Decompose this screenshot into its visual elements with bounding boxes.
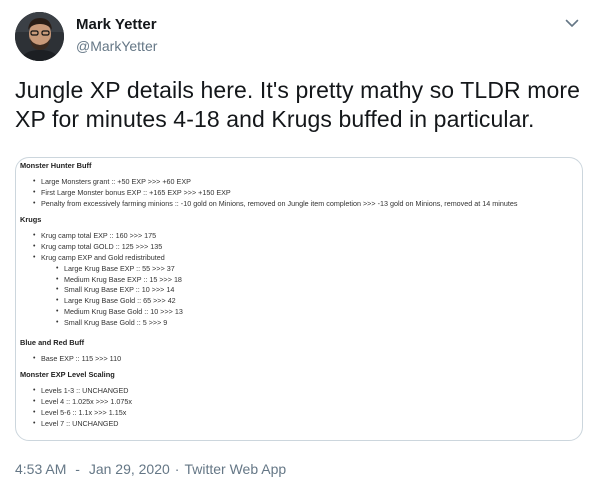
list-item: Levels 1-3 :: UNCHANGED [20,386,580,397]
tweet-date[interactable]: Jan 29, 2020 [89,461,170,477]
list-item: Level 5-6 :: 1.1x >>> 1.15x [20,408,580,419]
section-title: Blue and Red Buff [20,337,85,347]
list-item: Large Krug Base Gold :: 65 >>> 42 [20,296,580,307]
patch-notes: Monster Hunter Buff Large Monsters grant… [20,161,580,430]
section-title: Monster Hunter Buff [20,161,92,170]
tweet-image[interactable]: Monster Hunter Buff Large Monsters grant… [15,157,583,441]
section-title: Monster EXP Level Scaling [20,370,115,380]
avatar[interactable] [15,12,64,61]
list-item: Large Monsters grant :: +50 EXP >>> +60 … [20,177,580,188]
meta-separator: · [174,461,180,477]
list-item: Level 4 :: 1.025x >>> 1.075x [20,397,580,408]
author-handle[interactable]: @MarkYetter [76,38,157,54]
profile-photo [15,12,64,61]
list-item: Krug camp total GOLD :: 125 >>> 135 [20,242,580,253]
meta-separator: - [71,461,84,477]
list-item: Small Krug Base Gold :: 5 >>> 9 [20,318,580,329]
list-item: First Large Monster bonus EXP :: +165 EX… [20,188,580,199]
tweet-text: Jungle XP details here. It's pretty math… [15,77,581,132]
list-item: Base EXP :: 115 >>> 110 [20,354,580,365]
list-item: Level 7 :: UNCHANGED [20,419,580,430]
section-list: Base EXP :: 115 >>> 110 [20,354,580,365]
tweet: Mark Yetter @MarkYetter Jungle XP detail… [0,0,595,491]
list-item: Medium Krug Base EXP :: 15 >>> 18 [20,275,580,286]
list-item: Large Krug Base EXP :: 55 >>> 37 [20,264,580,275]
list-item: Krug camp total EXP :: 160 >>> 175 [20,231,580,242]
section-list: Levels 1-3 :: UNCHANGED Level 4 :: 1.025… [20,386,580,429]
chevron-down-icon[interactable] [563,14,581,32]
tweet-source-link[interactable]: Twitter Web App [184,461,286,477]
tweet-meta: 4:53 AM - Jan 29, 2020 · Twitter Web App [15,461,286,477]
list-item: Penalty from excessively farming minions… [20,199,580,210]
list-item: Medium Krug Base Gold :: 10 >>> 13 [20,307,580,318]
section-title: Krugs [20,215,42,225]
section-list: Krug camp total EXP :: 160 >>> 175 Krug … [20,231,580,328]
list-item: Small Krug Base EXP :: 10 >>> 14 [20,285,580,296]
section-list: Large Monsters grant :: +50 EXP >>> +60 … [20,177,580,209]
list-item: Krug camp EXP and Gold redistributed [20,253,580,264]
tweet-time[interactable]: 4:53 AM [15,461,66,477]
author-name[interactable]: Mark Yetter [76,16,157,33]
